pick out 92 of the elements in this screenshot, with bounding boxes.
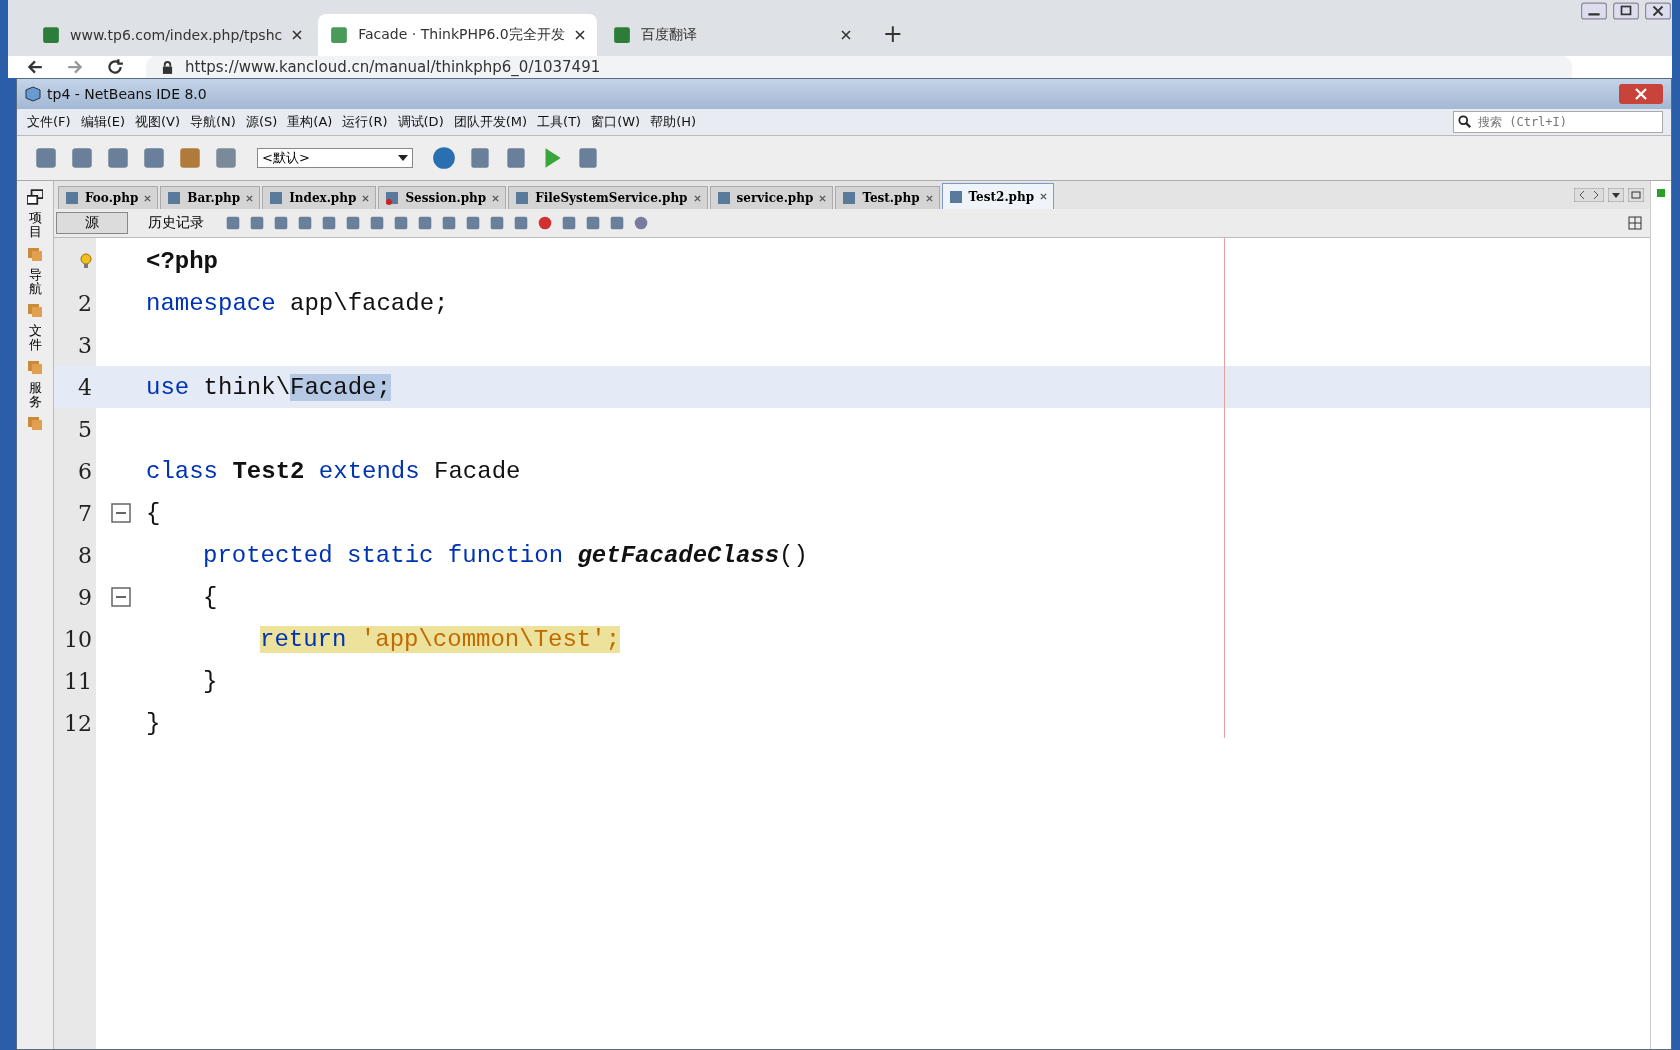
editor-tab[interactable]: Foo.php [58, 186, 159, 209]
line-number: 8 [78, 542, 92, 568]
cube-icon [25, 86, 41, 102]
line-number: 2 [78, 290, 92, 316]
editor-tab[interactable]: Test.php [835, 186, 940, 209]
menu-item[interactable]: 文件(F) [27, 113, 71, 131]
menu-item[interactable]: 导航(N) [190, 113, 236, 131]
view-tab[interactable]: 历史记录 [134, 213, 218, 233]
collapse-icon[interactable] [111, 587, 131, 607]
new-tab-button[interactable]: + [866, 20, 919, 56]
line-number: 3 [78, 332, 92, 358]
menu-item[interactable]: 运行(R) [342, 113, 388, 131]
code-line: <?php [146, 247, 218, 275]
lightbulb-icon[interactable] [80, 253, 92, 269]
site-icon [330, 26, 349, 44]
code-line: { [146, 499, 161, 527]
editor-tab[interactable]: Session.php [378, 186, 507, 209]
menu-item[interactable]: 重构(A) [287, 113, 333, 131]
editor-tab[interactable]: Bar.php [160, 186, 261, 209]
menu-item[interactable]: 源(S) [245, 113, 278, 131]
status-mark [1657, 189, 1665, 197]
panel-icon[interactable] [27, 415, 43, 432]
record-icon[interactable] [536, 214, 554, 232]
code-line: { [203, 583, 218, 611]
split-icon[interactable] [1628, 216, 1642, 230]
dropdown-icon[interactable] [1608, 188, 1624, 202]
editor-tab[interactable]: FileSystemService.php [508, 186, 708, 209]
file-icon [842, 191, 857, 205]
file-icon [269, 191, 284, 205]
code-line: namespace app\facade; [146, 289, 449, 317]
menu-item[interactable]: 编辑(E) [80, 113, 125, 131]
code-line: protected static function getFacadeClass() [203, 541, 808, 569]
close-icon[interactable] [1644, 2, 1672, 20]
close-icon[interactable] [292, 30, 303, 40]
editor-tab[interactable]: service.php [709, 186, 834, 209]
close-icon[interactable] [574, 30, 585, 40]
code-line: } [203, 667, 218, 695]
site-icon [42, 26, 60, 44]
lock-icon [162, 60, 173, 74]
browser-tab[interactable]: Facade · ThinkPHP6.0完全开发 [318, 14, 597, 56]
search-input[interactable]: 搜索 (Ctrl+I) [1476, 114, 1650, 130]
menu-item[interactable]: 窗口(W) [591, 113, 641, 131]
menu-item[interactable]: 调试(D) [397, 113, 444, 131]
file-icon [716, 191, 731, 205]
file-icon [515, 191, 530, 205]
code-line: return 'app\common\Test'; [260, 625, 621, 653]
editor-tab[interactable]: Test2.php [941, 183, 1055, 209]
editor-tab[interactable]: Index.php [262, 186, 377, 209]
close-icon[interactable] [840, 30, 851, 40]
window-title: tp4 - NetBeans IDE 8.0 [47, 86, 207, 102]
line-number: 6 [78, 458, 92, 484]
side-panel-tab[interactable]: 导航 [28, 267, 42, 297]
collapse-icon[interactable] [111, 503, 131, 523]
restore-icon[interactable] [1612, 2, 1640, 20]
close-icon[interactable] [1040, 193, 1048, 200]
panel-icon[interactable] [27, 302, 43, 319]
panel-icon[interactable] [27, 245, 43, 262]
side-panel-tab[interactable]: 服务 [28, 380, 42, 410]
stop-icon[interactable] [560, 214, 578, 232]
browser-tab[interactable]: www.tp6.com/index.php/tpshc [30, 14, 315, 56]
code-line: use think\Facade; [146, 373, 391, 401]
search-field[interactable]: 搜索 (Ctrl+I) [1453, 111, 1663, 133]
browser-tab[interactable]: 百度翻译 [600, 14, 863, 56]
line-number: 11 [64, 668, 92, 694]
view-tab[interactable]: 源 [56, 212, 128, 234]
menu-item[interactable]: 视图(V) [135, 113, 181, 131]
caret-icon [398, 155, 408, 161]
code-line: } [146, 709, 161, 737]
line-number: 10 [64, 626, 92, 652]
menu-item[interactable]: 团队开发(M) [453, 113, 528, 131]
file-icon [167, 191, 182, 205]
panel-icon[interactable] [27, 358, 43, 375]
site-icon [612, 26, 631, 44]
scroll-tabs-icon[interactable] [1574, 188, 1604, 202]
windows-icon[interactable] [27, 189, 43, 205]
line-number: 7 [78, 500, 92, 526]
code-line: class Test2 extends Facade [146, 457, 521, 485]
error-file-icon [385, 191, 400, 205]
minimize-icon[interactable] [1580, 2, 1608, 20]
line-number: 9 [78, 584, 92, 610]
menu-item[interactable]: 帮助(H) [650, 113, 697, 131]
address-bar[interactable]: https://www.kancloud.cn/manual/thinkphp6_0/1037491 [146, 56, 1572, 78]
reload-icon[interactable] [106, 58, 124, 76]
config-dropdown[interactable]: <默认> [257, 148, 413, 168]
file-icon [65, 191, 79, 205]
side-panel-tab[interactable]: 文件 [28, 324, 42, 353]
menu-item[interactable]: 工具(T) [537, 113, 582, 131]
line-number: 5 [78, 416, 92, 442]
file-icon [948, 189, 963, 204]
line-number: 4 [78, 374, 92, 400]
side-panel-tab[interactable]: 项目 [28, 211, 42, 240]
line-number: 12 [64, 710, 92, 736]
